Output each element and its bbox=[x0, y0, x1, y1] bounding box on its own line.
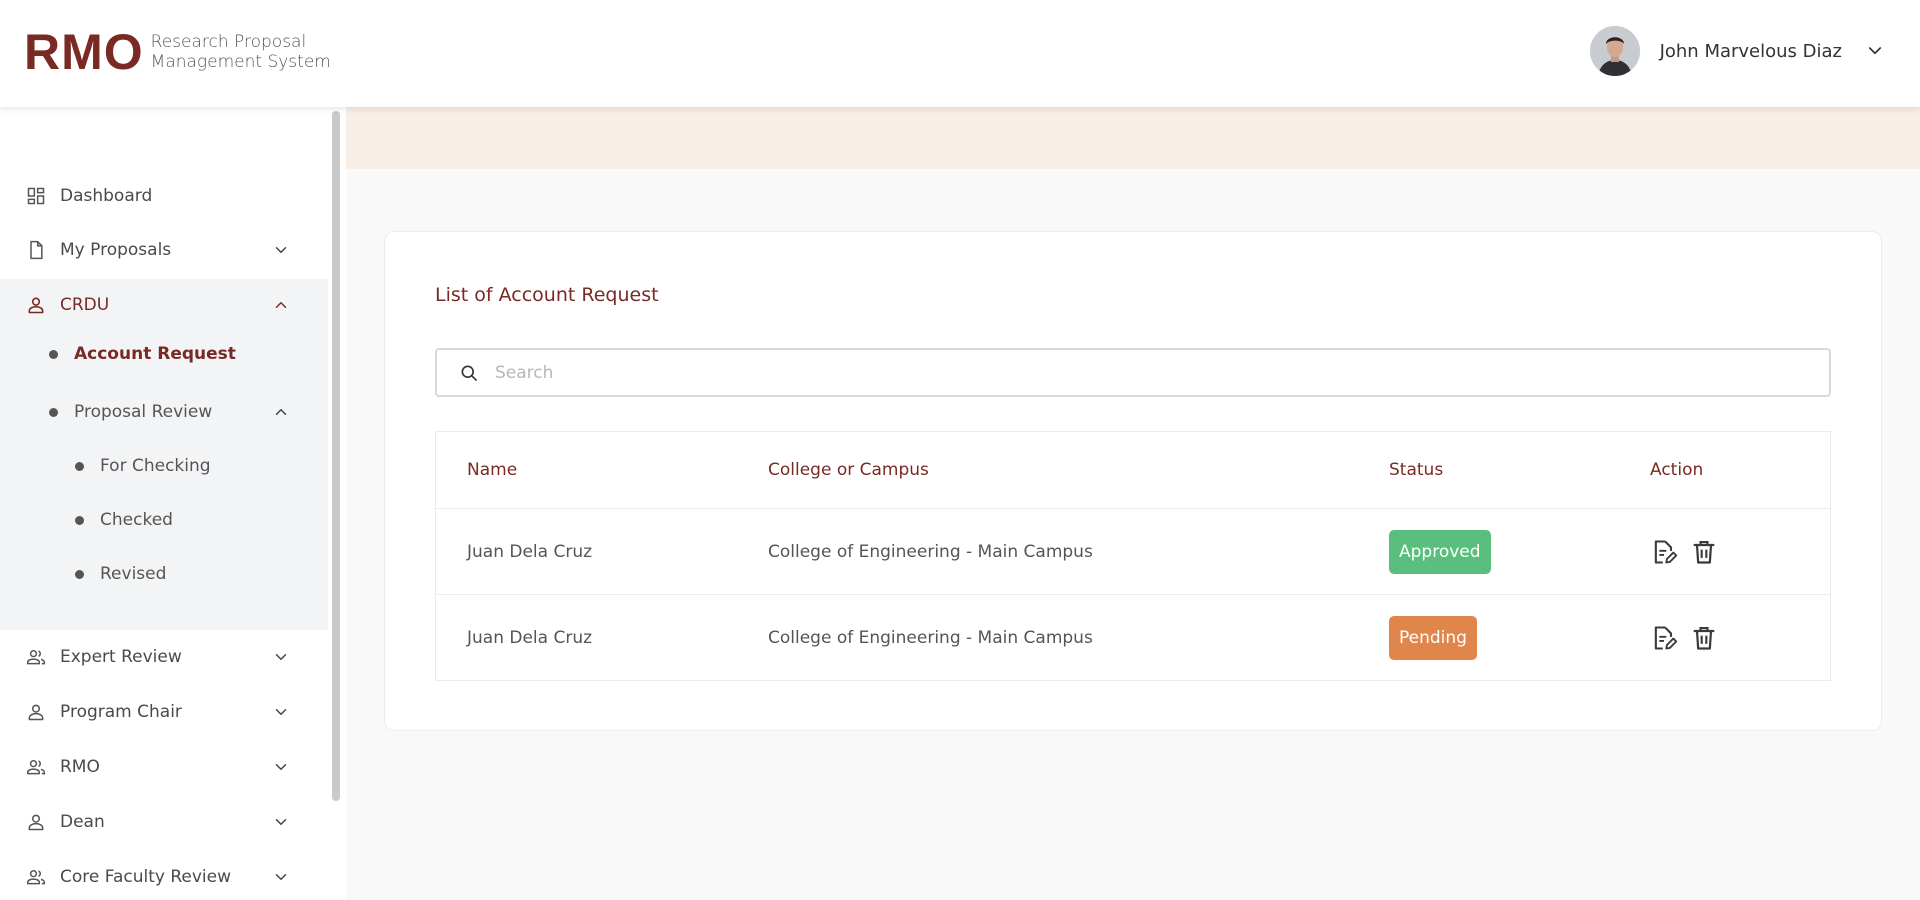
brand-line-1: Research Proposal bbox=[150, 32, 307, 52]
people-icon bbox=[26, 870, 46, 885]
cell-status: Approved bbox=[1389, 509, 1491, 594]
trash-icon bbox=[1693, 626, 1715, 650]
sidebar-subitem-account-request[interactable]: Account Request bbox=[49, 343, 236, 365]
search-input[interactable] bbox=[495, 362, 1795, 383]
person-icon bbox=[28, 814, 44, 831]
delete-button[interactable] bbox=[1690, 624, 1718, 652]
column-header-status[interactable]: Status bbox=[1389, 432, 1443, 508]
subitem-label: For Checking bbox=[100, 456, 211, 476]
user-name[interactable]: John Marvelous Diaz bbox=[1660, 41, 1842, 62]
bullet-dot bbox=[75, 569, 84, 579]
column-header-college[interactable]: College or Campus bbox=[768, 432, 929, 508]
sidebar-item-label: CRDU bbox=[60, 295, 110, 315]
search-box[interactable] bbox=[435, 348, 1831, 397]
table-row: Juan Dela Cruz College of Engineering - … bbox=[436, 595, 1830, 680]
cell-status: Pending bbox=[1389, 595, 1477, 680]
avatar[interactable] bbox=[1589, 26, 1640, 76]
cell-name: Juan Dela Cruz bbox=[467, 541, 593, 562]
sidebar-item-label: Dashboard bbox=[60, 186, 153, 206]
dashboard-icon bbox=[27, 187, 45, 205]
sidebar-item-label: Expert Review bbox=[60, 647, 182, 667]
sidebar-item-crdu[interactable]: CRDU bbox=[0, 283, 328, 327]
person-icon bbox=[28, 704, 44, 721]
chevron-up-icon[interactable] bbox=[272, 403, 290, 421]
edit-button[interactable] bbox=[1650, 624, 1678, 652]
edit-document-icon bbox=[1654, 625, 1678, 650]
account-request-card: List of Account Request Name College or … bbox=[384, 231, 1882, 731]
brand-line-2: Management System bbox=[150, 52, 331, 72]
cell-actions bbox=[1650, 595, 1730, 680]
edit-button[interactable] bbox=[1650, 538, 1678, 566]
user-menu[interactable]: John Marvelous Diaz bbox=[1589, 26, 1884, 76]
status-badge: Approved bbox=[1389, 529, 1491, 574]
chevron-down-icon[interactable] bbox=[1866, 42, 1884, 60]
table-header-row: Name College or Campus Status Action bbox=[436, 432, 1830, 509]
bullet-dot bbox=[75, 461, 84, 471]
sidebar-item-rmo[interactable]: RMO bbox=[0, 745, 328, 789]
top-header: RMO Research Proposal Management System … bbox=[0, 0, 1920, 107]
crdu-group: CRDU Account Request Proposal Review For… bbox=[0, 279, 328, 630]
avatar-portrait-icon bbox=[1589, 26, 1640, 76]
sidebar-item-label: Core Faculty Review bbox=[60, 867, 232, 887]
table-row: Juan Dela Cruz College of Engineering - … bbox=[436, 509, 1830, 595]
sidebar-subitem-proposal-review[interactable]: Proposal Review bbox=[49, 401, 289, 423]
main-content: List of Account Request Name College or … bbox=[346, 107, 1920, 900]
document-icon bbox=[30, 240, 43, 260]
sidebar-subitem-revised[interactable]: Revised bbox=[75, 563, 166, 585]
chevron-down-icon[interactable] bbox=[272, 703, 290, 721]
sidebar-item-label: RMO bbox=[60, 757, 100, 777]
sidebar-item-my-proposals[interactable]: My Proposals bbox=[0, 228, 328, 272]
chevron-down-icon[interactable] bbox=[272, 648, 290, 666]
sidebar-item-label: Program Chair bbox=[60, 702, 182, 722]
chevron-up-icon[interactable] bbox=[272, 296, 290, 314]
bullet-dot bbox=[75, 515, 84, 525]
account-request-table: Name College or Campus Status Action Jua… bbox=[435, 431, 1831, 681]
chevron-down-icon[interactable] bbox=[272, 813, 290, 831]
chevron-down-icon[interactable] bbox=[272, 241, 290, 259]
search-icon bbox=[461, 365, 477, 381]
chevron-down-icon[interactable] bbox=[272, 868, 290, 886]
sidebar-item-label: My Proposals bbox=[60, 240, 172, 260]
cell-actions bbox=[1650, 509, 1730, 594]
subitem-label: Proposal Review bbox=[74, 402, 213, 422]
subitem-label: Account Request bbox=[74, 344, 236, 364]
sidebar-item-expert-review[interactable]: Expert Review bbox=[0, 635, 328, 679]
column-header-name[interactable]: Name bbox=[467, 432, 517, 508]
person-icon bbox=[28, 297, 44, 314]
status-badge: Pending bbox=[1389, 615, 1477, 660]
chevron-down-icon[interactable] bbox=[272, 758, 290, 776]
page-title: List of Account Request bbox=[435, 284, 659, 306]
sidebar: Dashboard My Proposals CRDU Account Requ… bbox=[0, 107, 346, 900]
people-icon bbox=[26, 650, 46, 665]
sidebar-item-core-faculty-review[interactable]: Core Faculty Review bbox=[0, 855, 328, 899]
sidebar-item-label: Dean bbox=[60, 812, 105, 832]
trash-icon bbox=[1693, 540, 1715, 564]
brand-mark: RMO bbox=[24, 24, 144, 80]
sidebar-scrollbar[interactable] bbox=[332, 111, 340, 801]
edit-document-icon bbox=[1654, 539, 1678, 564]
people-icon bbox=[26, 760, 46, 775]
column-header-action: Action bbox=[1650, 460, 1704, 480]
sidebar-item-dean[interactable]: Dean bbox=[0, 800, 328, 844]
cell-college: College of Engineering - Main Campus bbox=[768, 627, 1093, 648]
sidebar-subitem-checked[interactable]: Checked bbox=[75, 509, 173, 531]
cell-name: Juan Dela Cruz bbox=[467, 627, 593, 648]
sidebar-scrollbar-thumb[interactable] bbox=[332, 111, 340, 801]
bullet-dot bbox=[49, 349, 58, 359]
sidebar-subitem-for-checking[interactable]: For Checking bbox=[75, 455, 211, 477]
sidebar-item-dashboard[interactable]: Dashboard bbox=[0, 174, 328, 218]
delete-button[interactable] bbox=[1690, 538, 1718, 566]
cell-college: College of Engineering - Main Campus bbox=[768, 541, 1093, 562]
brand-logo[interactable]: RMO Research Proposal Management System bbox=[24, 24, 331, 80]
subitem-label: Checked bbox=[100, 510, 173, 530]
brand-subtitle: Research Proposal Management System bbox=[151, 32, 331, 72]
subitem-label: Revised bbox=[100, 564, 167, 584]
bullet-dot bbox=[49, 407, 58, 417]
sidebar-item-program-chair[interactable]: Program Chair bbox=[0, 690, 328, 734]
page-banner bbox=[346, 107, 1920, 169]
